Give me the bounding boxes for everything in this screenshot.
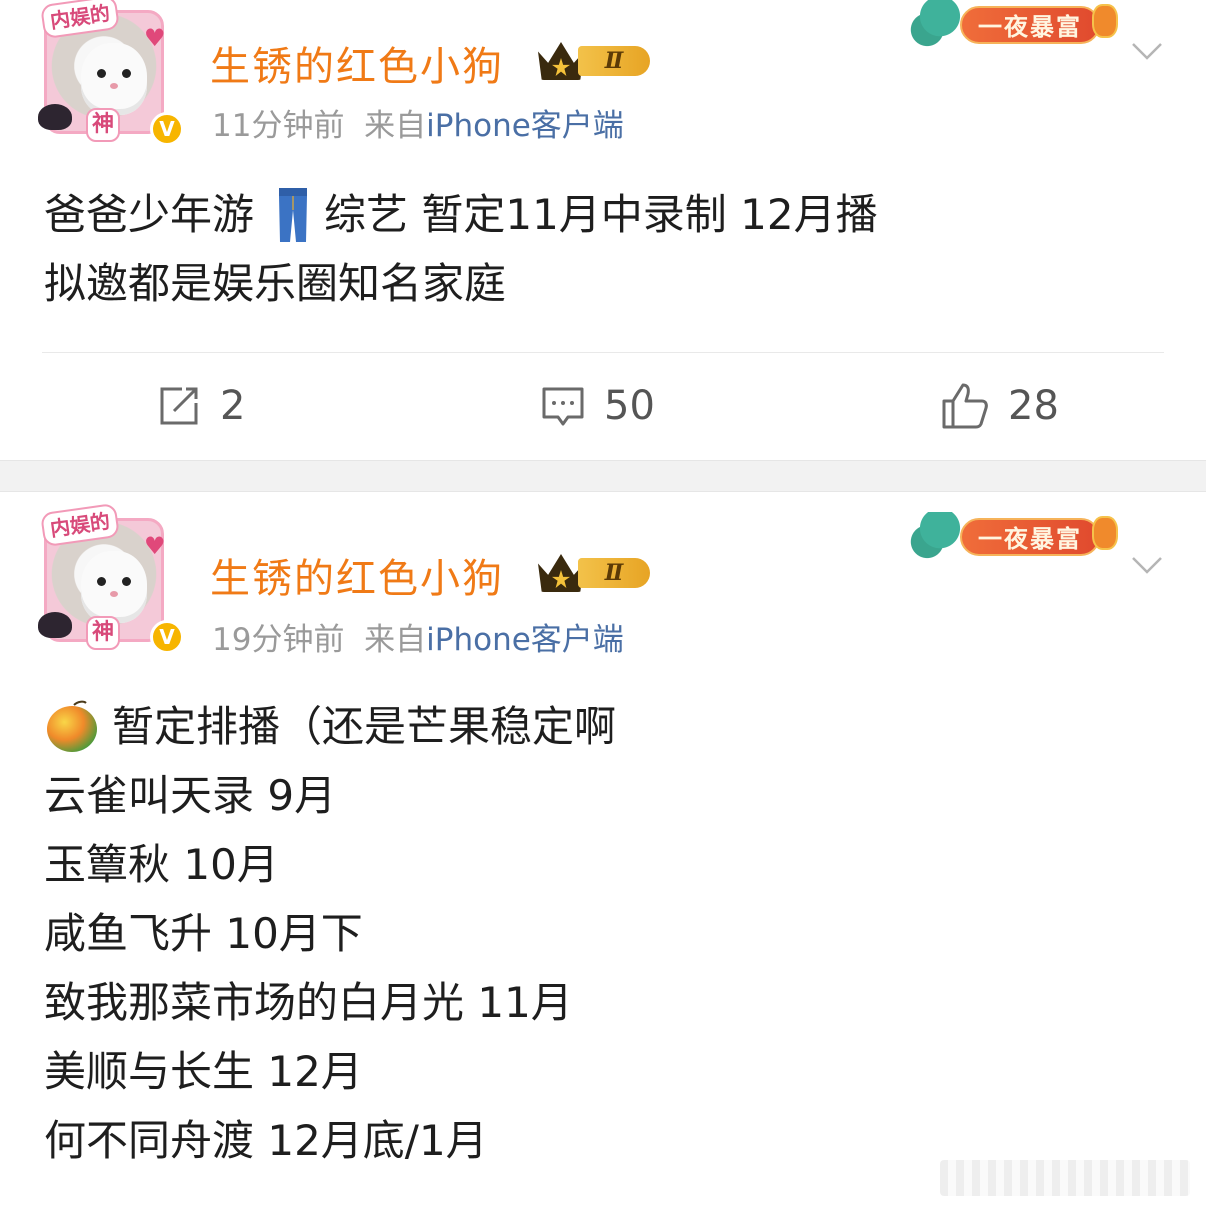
content-line: 何不同舟渡 12月底/1月 [44, 1106, 616, 1175]
avatar-tag-bottom: 神 [86, 108, 121, 142]
weibo-post: 内娱的 ♥ 神 V 生锈的红色小狗 Ⅱ 19分钟前 来自iPhone客户端 一夜… [0, 492, 1206, 1210]
heart-icon: ♥ [144, 24, 166, 52]
content-line: 云雀叫天录 9月 [44, 761, 616, 830]
comment-button[interactable]: 50 [540, 376, 655, 436]
source-prefix: 来自 [364, 622, 427, 658]
post-meta: 11分钟前 来自iPhone客户端 [212, 100, 624, 145]
vip-badge[interactable]: Ⅱ [538, 38, 652, 84]
fortune-badge-label: 一夜暴富 [960, 518, 1100, 556]
heart-icon: ♥ [144, 532, 166, 560]
mango-emoji [47, 700, 97, 752]
lantern-icon [1092, 516, 1118, 550]
watermark [940, 1160, 1190, 1196]
content-line: 玉簟秋 10月 [44, 830, 616, 899]
content-text: 何不同舟渡 12月底/1月 [44, 1116, 488, 1165]
lantern-icon [1092, 4, 1118, 38]
post-content: 暂定排播（还是芒果稳定啊 云雀叫天录 9月 玉簟秋 10月 咸鱼飞升 10月下 … [44, 692, 616, 1175]
avatar-tag-bottom: 神 [86, 616, 121, 650]
avatar[interactable]: 内娱的 ♥ 神 V [36, 502, 184, 658]
content-line: 暂定排播（还是芒果稳定啊 [44, 692, 616, 761]
post-time: 19分钟前 [212, 622, 345, 658]
fortune-badge[interactable]: 一夜暴富 [908, 0, 1126, 54]
comment-icon [542, 387, 584, 426]
content-text: 综艺 暂定11月中录制 12月播 [324, 190, 878, 239]
vip-badge[interactable]: Ⅱ [538, 550, 652, 596]
content-line: 致我那菜市场的白月光 11月 [44, 968, 616, 1037]
content-line: 爸爸少年游 综艺 暂定11月中录制 12月播 [44, 180, 878, 249]
content-text: 暂定排播（还是芒果稳定啊 [112, 702, 617, 751]
author-name[interactable]: 生锈的红色小狗 [210, 34, 504, 92]
like-button[interactable]: 28 [940, 376, 1059, 436]
repost-icon [160, 387, 198, 425]
ferret-image [81, 551, 147, 623]
comment-count: 50 [604, 383, 655, 429]
fortune-badge-label: 一夜暴富 [960, 6, 1100, 44]
ferret-image [81, 43, 147, 115]
weibo-post: 内娱的 ♥ 神 V 生锈的红色小狗 Ⅱ 11分钟前 来自iPhone客户端 一夜… [0, 0, 1206, 460]
content-text: 爸爸少年游 [44, 190, 255, 239]
verified-icon: V [150, 112, 184, 146]
post-time: 11分钟前 [212, 108, 345, 144]
repost-button[interactable]: 2 [156, 376, 245, 436]
repost-count: 2 [220, 383, 246, 429]
content-text: 致我那菜市场的白月光 11月 [44, 978, 573, 1027]
post-content: 爸爸少年游 综艺 暂定11月中录制 12月播 拟邀都是娱乐圈知名家庭 [44, 180, 878, 318]
divider [42, 352, 1164, 353]
content-text: 云雀叫天录 9月 [44, 771, 337, 820]
source-prefix: 来自 [364, 108, 427, 144]
like-count: 28 [1008, 383, 1059, 429]
avatar[interactable]: 内娱的 ♥ 神 V [36, 0, 184, 150]
cat-icon [38, 104, 72, 130]
content-text: 玉簟秋 10月 [44, 840, 279, 889]
content-line: 美顺与长生 12月 [44, 1037, 616, 1106]
vip-level: Ⅱ [578, 46, 650, 76]
content-text: 拟邀都是娱乐圈知名家庭 [44, 259, 507, 308]
vip-level: Ⅱ [578, 558, 650, 588]
chevron-down-icon[interactable] [1130, 34, 1164, 68]
post-source[interactable]: iPhone客户端 [426, 108, 624, 144]
post-source[interactable]: iPhone客户端 [426, 622, 624, 658]
author-name[interactable]: 生锈的红色小狗 [210, 546, 504, 604]
cat-icon [38, 612, 72, 638]
content-text: 美顺与长生 12月 [44, 1047, 363, 1096]
action-bar: 2 50 28 [0, 376, 1206, 436]
content-line: 咸鱼飞升 10月下 [44, 899, 616, 968]
verified-icon: V [150, 620, 184, 654]
jeans-emoji [279, 187, 308, 242]
post-meta: 19分钟前 来自iPhone客户端 [212, 614, 624, 659]
fortune-badge[interactable]: 一夜暴富 [908, 512, 1126, 566]
post-separator [0, 460, 1206, 492]
content-text: 咸鱼飞升 10月下 [44, 909, 363, 958]
thumbs-up-icon [942, 383, 988, 429]
chevron-down-icon[interactable] [1130, 548, 1164, 582]
content-line: 拟邀都是娱乐圈知名家庭 [44, 249, 878, 318]
